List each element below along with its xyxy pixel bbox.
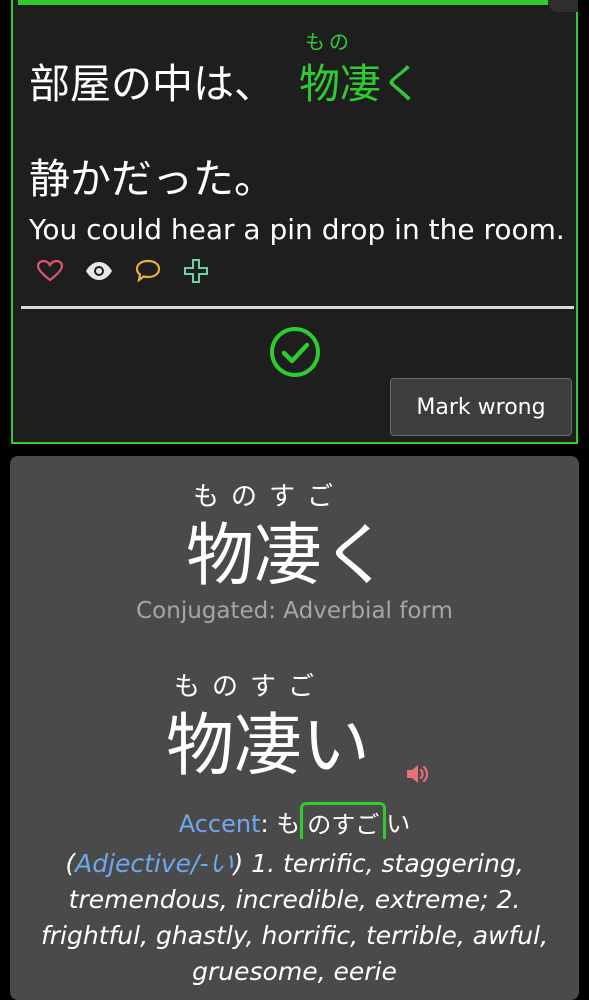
accent-post: い — [386, 810, 411, 838]
mark-wrong-button[interactable]: Mark wrong — [390, 378, 572, 436]
plus-icon[interactable] — [183, 258, 209, 284]
dictionary-word: 物凄い — [166, 707, 371, 786]
translation-text: You could hear a pin drop in the room. — [29, 213, 565, 246]
surface-word: 物凄く — [186, 517, 391, 596]
pos-close: ) — [233, 849, 244, 878]
word-detail-card: ものすご 物凄く Conjugated: Adverbial form ものすご… — [10, 456, 579, 1000]
target-word-text: 物凄く — [299, 60, 422, 108]
progress-bar — [18, 0, 548, 5]
accent-line: Accent: ものすごい — [10, 802, 579, 839]
translation: You could hear a pin drop in the room. — [29, 210, 569, 290]
check-circle-icon — [269, 326, 321, 382]
target-ruby: もの — [305, 30, 353, 54]
sentence-prefix: 部屋の中は、 — [29, 60, 275, 108]
comment-icon[interactable] — [135, 259, 161, 283]
heart-icon[interactable] — [37, 260, 63, 282]
progress-bar-cap — [548, 0, 578, 12]
sentence-line-2: 静かだった。 — [29, 155, 275, 203]
pos-open: ( — [65, 849, 76, 878]
definition: (Adjective/-い) 1. terrific, staggering, … — [30, 846, 559, 990]
action-icons — [37, 258, 209, 284]
target-word[interactable]: もの物凄く — [299, 30, 422, 108]
conjugation-label: Conjugated: Adverbial form — [136, 598, 453, 624]
accent-colon: : — [260, 810, 269, 838]
sentence-line-1: 部屋の中は、 もの 物凄く — [29, 30, 422, 110]
part-of-speech: Adjective/-い — [75, 849, 234, 878]
accent-label: Accent — [178, 810, 261, 838]
page: 部屋の中は、 もの 物凄く 静かだった。 You could hear a pin … — [0, 0, 589, 1000]
eye-icon[interactable] — [85, 261, 113, 281]
review-card: 部屋の中は、 もの 物凄く 静かだった。 You could hear a pin … — [11, 0, 578, 444]
accent-high-pitch: のすご — [300, 802, 387, 839]
accent-pre: も — [276, 810, 301, 838]
speaker-icon[interactable] — [405, 762, 433, 790]
divider — [21, 306, 574, 309]
